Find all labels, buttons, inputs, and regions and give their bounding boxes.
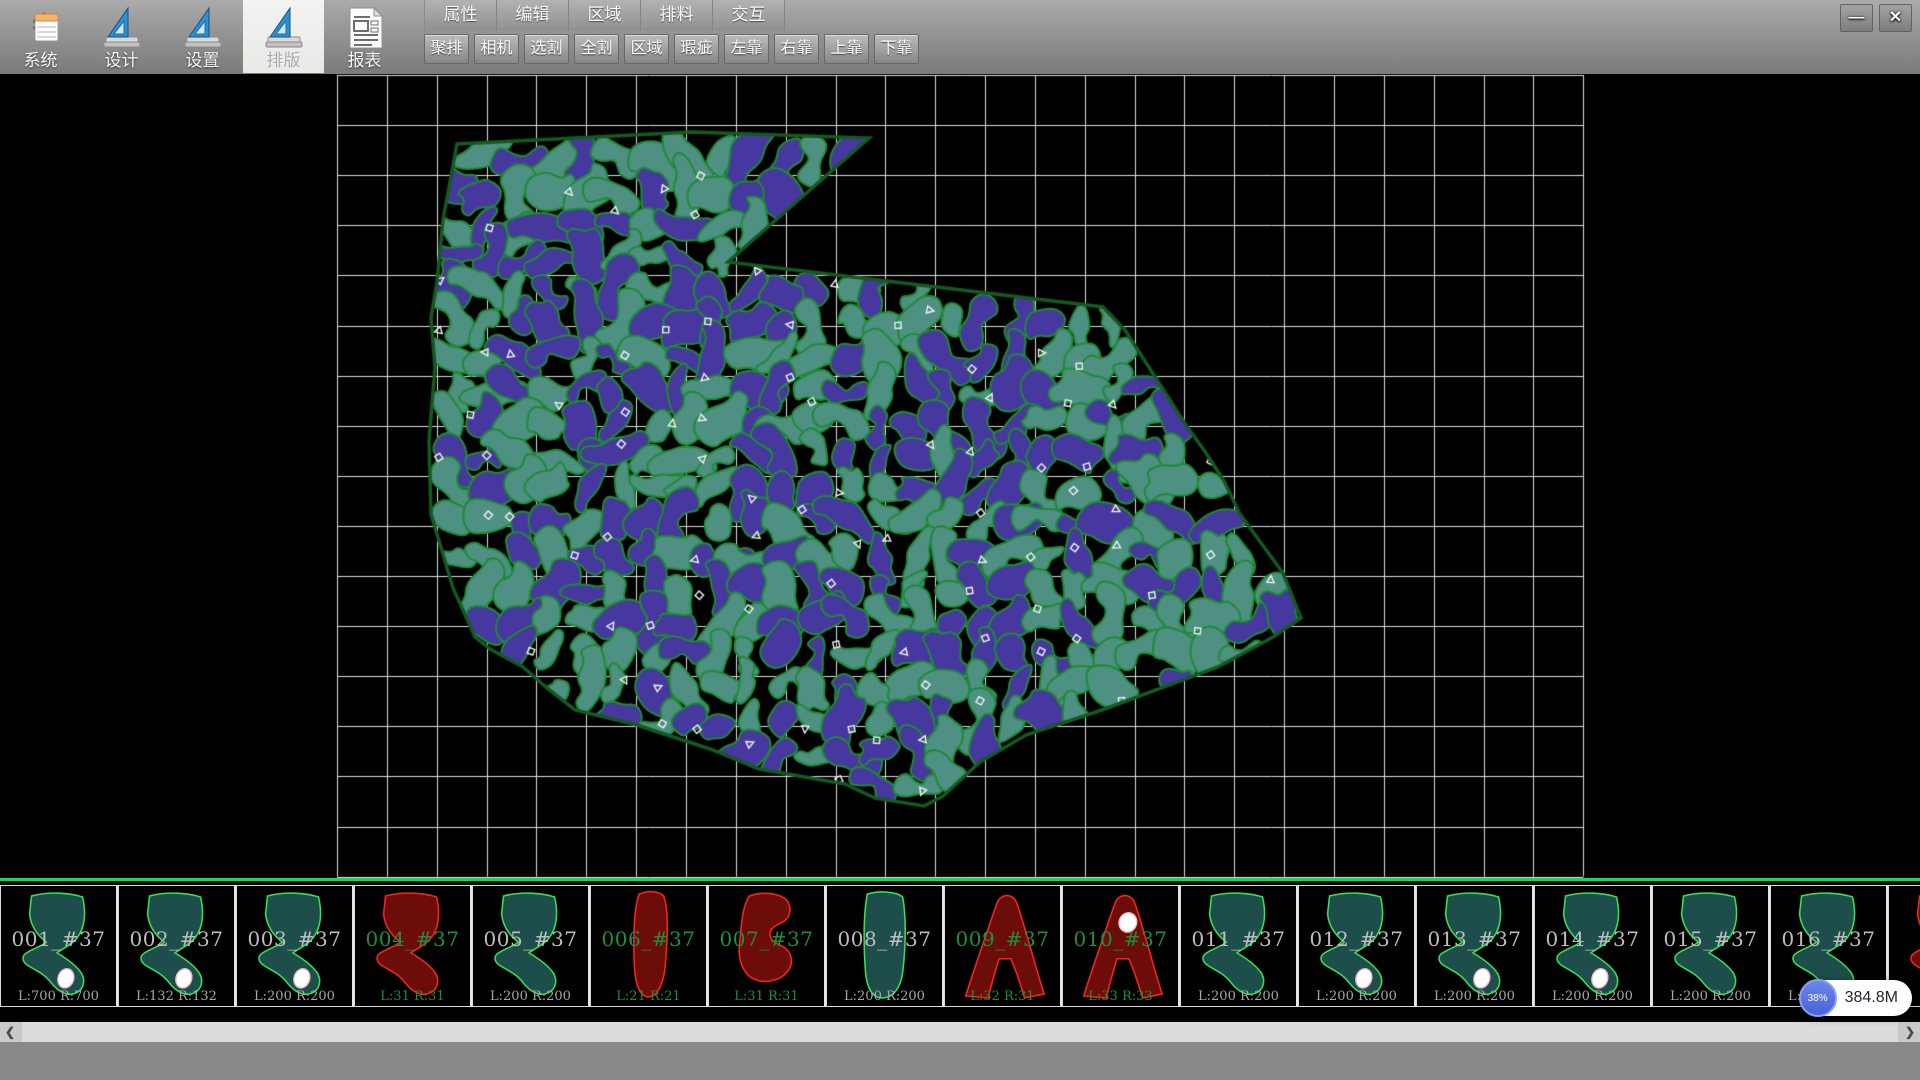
nav-button-system[interactable]: ⚙系统 — [0, 0, 81, 73]
piece-lr-values: L:21 R:21 — [591, 989, 706, 1004]
piece-thumbnail[interactable]: 011_#37 L:200 R:200 — [1180, 885, 1298, 1007]
nesting-workspace — [0, 74, 1920, 878]
memory-value: 384.8M — [1845, 989, 1898, 1007]
layout-ruler-icon — [261, 5, 307, 52]
piece-name: 005_#37 — [473, 927, 588, 951]
tool-button-align-bottom[interactable]: 下靠 — [874, 34, 919, 64]
piece-thumbnail[interactable]: 002_#37 L:132 R:132 — [118, 885, 236, 1007]
piece-lr-values: L:200 R:200 — [1653, 989, 1768, 1004]
main-toolbar: ⚙系统设计设置排版报表 属性编辑区域排料交互 聚排相机选割全割区域瑕疵左靠右靠上… — [0, 0, 1920, 75]
nav-button-design[interactable]: 设计 — [81, 0, 162, 73]
menu-tab-region[interactable]: 区域 — [569, 0, 641, 31]
piece-thumbnail[interactable]: 014_#37 L:200 R:200 — [1534, 885, 1652, 1007]
piece-thumbnail[interactable]: 012_#37 L:200 R:200 — [1298, 885, 1416, 1007]
piece-lr-values: L:200 R:200 — [1417, 989, 1532, 1004]
report-document-icon — [342, 5, 388, 52]
piece-lr-values: L:200 R:200 — [1299, 989, 1414, 1004]
piece-name: 004_#37 — [355, 927, 470, 951]
nav-button-report[interactable]: 报表 — [324, 0, 405, 73]
settings-ruler-icon — [180, 5, 226, 52]
piece-lr-values: L:31 R:31 — [709, 989, 824, 1004]
tool-button-cluster-nest[interactable]: 聚排 — [424, 34, 469, 64]
piece-name: 013_#37 — [1417, 927, 1532, 951]
nav-button-label: 报表 — [348, 52, 382, 70]
menu-tab-edit[interactable]: 编辑 — [497, 0, 569, 31]
piece-name: 002_#37 — [119, 927, 234, 951]
menu-tab-properties[interactable]: 属性 — [425, 0, 497, 31]
piece-name: 007_#37 — [709, 927, 824, 951]
piece-lr-values: L:200 R:200 — [473, 989, 588, 1004]
menu-block: 属性编辑区域排料交互 聚排相机选割全割区域瑕疵左靠右靠上靠下靠 — [424, 0, 924, 67]
piece-name: 016_#37 — [1771, 927, 1886, 951]
scroll-right-arrow-icon[interactable]: ❯ — [1900, 1022, 1920, 1042]
memory-badge: 38% 384.8M — [1800, 980, 1912, 1016]
piece-lr-values: L:32 R:31 — [945, 989, 1060, 1004]
piece-thumbnail[interactable]: 008_#37 L:200 R:200 — [826, 885, 944, 1007]
piece-name: 015_#37 — [1653, 927, 1768, 951]
piece-lr-values: L:200 R:200 — [1535, 989, 1650, 1004]
system-gear-icon: ⚙ — [18, 5, 64, 52]
piece-name: 012_#37 — [1299, 927, 1414, 951]
nav-button-label: 设计 — [105, 52, 139, 70]
piece-lr-values: L:200 R:200 — [1181, 989, 1296, 1004]
piece-lr-values: L:31 R:31 — [355, 989, 470, 1004]
tool-button-row: 聚排相机选割全割区域瑕疵左靠右靠上靠下靠 — [424, 31, 924, 67]
strip-divider-line — [0, 878, 1920, 881]
piece-lr-values: L:33 R:33 — [1063, 989, 1178, 1004]
piece-thumbnail-strip: 001_#37L:700 R:700002_#37L:132 R:132003_… — [0, 878, 1920, 1022]
piece-thumbnail[interactable]: 005_#37 L:200 R:200 — [472, 885, 590, 1007]
main-nav: ⚙系统设计设置排版报表 — [0, 0, 405, 74]
piece-lr-values: L:132 R:132 — [119, 989, 234, 1004]
scrollbar-thumb[interactable] — [22, 1022, 1898, 1042]
piece-name: 014_#37 — [1535, 927, 1650, 951]
piece-name: 0 — [1889, 927, 1920, 951]
piece-name: 011_#37 — [1181, 927, 1296, 951]
piece-name: 003_#37 — [237, 927, 352, 951]
nesting-canvas[interactable] — [0, 74, 1920, 878]
status-bar — [0, 1042, 1920, 1080]
menu-tab-nesting[interactable]: 排料 — [641, 0, 713, 31]
piece-thumbnail[interactable]: 010_#37 L:33 R:33 — [1062, 885, 1180, 1007]
tool-button-select-cut[interactable]: 选割 — [524, 34, 569, 64]
scroll-left-arrow-icon[interactable]: ❮ — [0, 1022, 20, 1042]
piece-thumbnail[interactable]: 006_#37 L:21 R:21 — [590, 885, 708, 1007]
piece-name: 010_#37 — [1063, 927, 1178, 951]
piece-name: 009_#37 — [945, 927, 1060, 951]
piece-thumbnail[interactable]: 013_#37 L:200 R:200 — [1416, 885, 1534, 1007]
design-ruler-icon — [99, 5, 145, 52]
menu-tab-interactive[interactable]: 交互 — [713, 0, 785, 31]
tool-button-align-right[interactable]: 右靠 — [774, 34, 819, 64]
piece-thumbnail[interactable]: 001_#37 L:700 R:700 — [0, 885, 118, 1007]
piece-thumbnail[interactable]: 003_#37 L:200 R:200 — [236, 885, 354, 1007]
nav-button-label: 排版 — [267, 52, 301, 70]
nav-button-layout[interactable]: 排版 — [243, 0, 324, 73]
piece-lr-values: L:200 R:200 — [237, 989, 352, 1004]
tool-button-defect[interactable]: 瑕疵 — [674, 34, 719, 64]
piece-thumbnail-list: 001_#37L:700 R:700002_#37L:132 R:132003_… — [0, 885, 1920, 1009]
piece-thumbnail[interactable]: 015_#37 L:200 R:200 — [1652, 885, 1770, 1007]
tool-button-camera[interactable]: 相机 — [474, 34, 519, 64]
piece-name: 001_#37 — [1, 927, 116, 951]
piece-thumbnail[interactable]: 007_#37 L:31 R:31 — [708, 885, 826, 1007]
nav-button-label: 设置 — [186, 52, 220, 70]
memory-percent-indicator: 38% — [1799, 979, 1837, 1017]
nav-button-settings[interactable]: 设置 — [162, 0, 243, 73]
minimize-button[interactable]: — — [1840, 4, 1873, 32]
tool-button-region[interactable]: 区域 — [624, 34, 669, 64]
tool-button-align-top[interactable]: 上靠 — [824, 34, 869, 64]
piece-name: 008_#37 — [827, 927, 942, 951]
piece-thumbnail[interactable]: 009_#37 L:32 R:31 — [944, 885, 1062, 1007]
menu-tab-row: 属性编辑区域排料交互 — [424, 0, 924, 31]
piece-lr-values: L:700 R:700 — [1, 989, 116, 1004]
nav-button-label: 系统 — [24, 52, 58, 70]
close-button[interactable]: ✕ — [1879, 4, 1912, 32]
piece-lr-values: L:200 R:200 — [827, 989, 942, 1004]
piece-thumbnail[interactable]: 004_#37 L:31 R:31 — [354, 885, 472, 1007]
horizontal-scrollbar[interactable]: ❮ ❯ — [0, 1022, 1920, 1042]
window-controls: — ✕ — [1840, 4, 1912, 32]
tool-button-align-left[interactable]: 左靠 — [724, 34, 769, 64]
tool-button-cut-all[interactable]: 全割 — [574, 34, 619, 64]
piece-name: 006_#37 — [591, 927, 706, 951]
